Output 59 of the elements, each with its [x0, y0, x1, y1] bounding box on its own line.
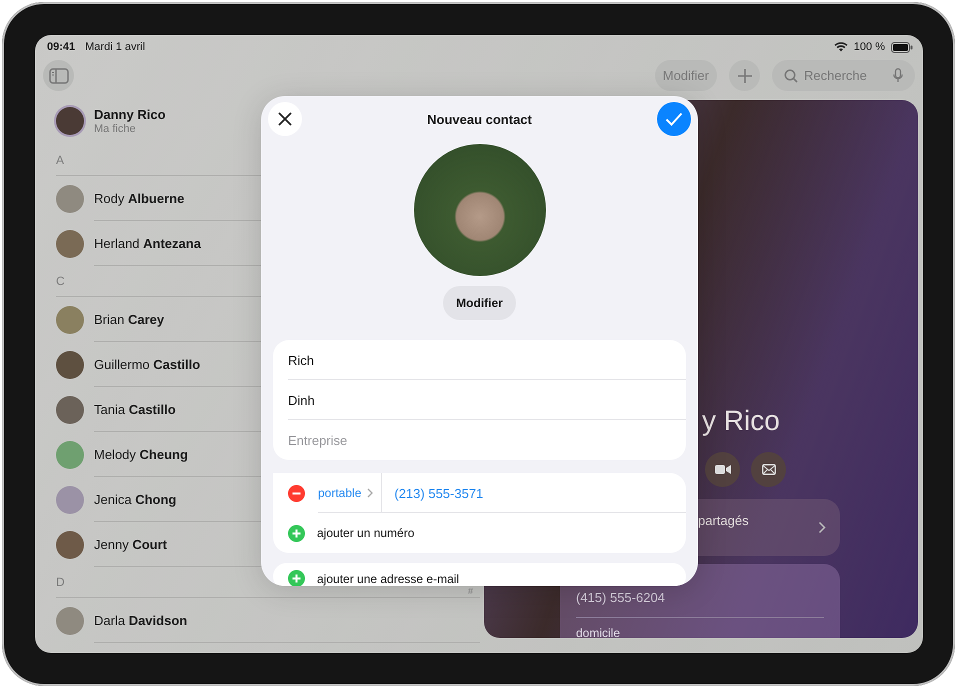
- text-field[interactable]: Rich: [273, 340, 686, 380]
- add-icon: [288, 524, 305, 542]
- contact-name: Danny Rico: [94, 107, 166, 122]
- contact-name[interactable]: Brian Carey: [94, 312, 164, 326]
- envelope-icon: [762, 464, 776, 475]
- my-card-subtitle: Ma fiche: [94, 123, 137, 135]
- contact-name[interactable]: Tania Castillo: [94, 402, 176, 416]
- close-icon: [278, 112, 292, 126]
- avatar: [56, 530, 84, 558]
- sheet-title: Nouveau contact: [426, 112, 533, 126]
- plus-icon: [736, 68, 752, 84]
- mail-button[interactable]: [751, 452, 786, 487]
- video-camera-icon: [714, 464, 730, 475]
- contact-name[interactable]: Rody Albuerne: [94, 190, 184, 206]
- section-letter: A: [56, 153, 64, 167]
- search-field[interactable]: Recherche: [804, 68, 887, 83]
- chevron-right-icon: [367, 488, 374, 498]
- text-field[interactable]: Entreprise: [273, 420, 686, 460]
- avatar: [56, 184, 84, 212]
- section-letter: D: [56, 575, 65, 589]
- battery-icon: [891, 42, 913, 52]
- search-bar[interactable]: Recherche: [772, 60, 915, 91]
- avatar: [56, 230, 84, 258]
- add-phone-button[interactable]: ajouter un numéro: [317, 526, 414, 540]
- wifi-icon: [834, 42, 848, 52]
- avatar: [56, 350, 84, 378]
- status-time: 09:41: [47, 41, 76, 53]
- battery-percent: 100 %: [854, 41, 885, 53]
- close-button[interactable]: [268, 102, 302, 136]
- chevron-right-icon: [818, 521, 826, 534]
- avatar: [56, 396, 84, 424]
- avatar: [56, 107, 84, 135]
- contact-name[interactable]: Jenny Court: [94, 536, 167, 552]
- avatar: [56, 306, 84, 334]
- avatar: [56, 606, 84, 634]
- contact-name[interactable]: Melody Cheung: [94, 446, 188, 462]
- contact-name[interactable]: Darla Davidson: [94, 612, 188, 628]
- text-field[interactable]: Dinh: [273, 380, 686, 420]
- avatar: [56, 440, 84, 468]
- sidebar-toggle-button[interactable]: [43, 60, 74, 91]
- contact-name-heading: y Rico: [702, 405, 781, 437]
- contact-name[interactable]: Jenica Chong: [94, 492, 176, 506]
- checkmark-icon: [665, 112, 683, 126]
- search-icon: [784, 68, 798, 82]
- shared-label: partagés: [698, 513, 750, 528]
- edit-photo-button[interactable]: Modifier: [443, 286, 516, 320]
- contact-name[interactable]: Herland Antezana: [94, 236, 201, 250]
- add-button[interactable]: [729, 60, 760, 91]
- phone-number[interactable]: (415) 555-6204: [576, 590, 824, 618]
- contact-name[interactable]: Guillermo Castillo: [94, 356, 200, 372]
- status-date: Mardi 1 avril: [85, 41, 146, 53]
- sidebar-icon: [48, 68, 68, 84]
- video-call-button[interactable]: [705, 452, 740, 487]
- section-letter: C: [56, 274, 65, 288]
- remove-icon: [288, 484, 305, 502]
- avatar: [56, 486, 84, 514]
- microphone-icon: [893, 68, 903, 83]
- field-label: domicile: [576, 626, 622, 638]
- done-button[interactable]: [657, 102, 691, 136]
